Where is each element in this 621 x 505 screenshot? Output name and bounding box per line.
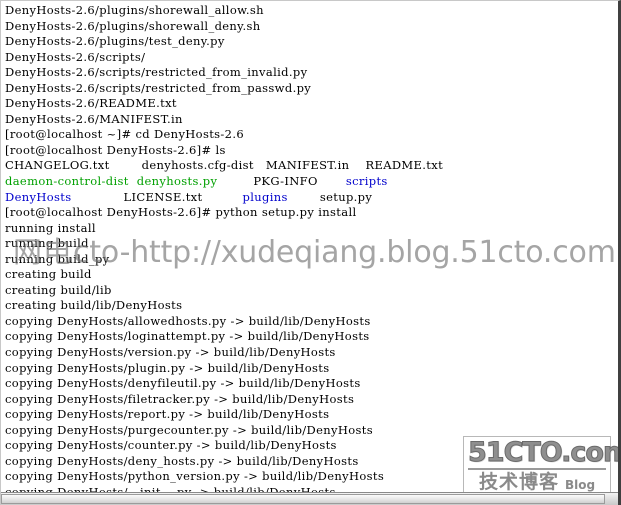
terminal-line: running build_py xyxy=(5,252,611,268)
terminal-line: DenyHosts-2.6/plugins/test_deny.py xyxy=(5,34,611,50)
terminal-text-segment: copying DenyHosts/counter.py -> build/li… xyxy=(5,438,337,453)
terminal-line: DenyHosts-2.6/scripts/restricted_from_pa… xyxy=(5,81,611,97)
terminal-text-segment: DenyHosts-2.6/scripts/ xyxy=(5,49,146,64)
terminal-text-segment: denyhosts.py xyxy=(136,174,254,189)
terminal-text-segment: copying DenyHosts/filetracker.py -> buil… xyxy=(5,391,355,406)
terminal-line: DenyHosts-2.6/MANIFEST.in xyxy=(5,112,611,128)
terminal-text-segment: [root@localhost ~]# cd DenyHosts-2.6 xyxy=(5,127,244,142)
terminal-text-segment: [root@localhost DenyHosts-2.6]# python s… xyxy=(5,205,357,220)
terminal-text-segment: running build_py xyxy=(5,251,110,266)
terminal-line: copying DenyHosts/filetracker.py -> buil… xyxy=(5,392,611,408)
terminal-line: creating build/lib/DenyHosts xyxy=(5,298,611,314)
terminal-text-segment: copying DenyHosts/plugin.py -> build/lib… xyxy=(5,360,330,375)
horizontal-scrollbar[interactable] xyxy=(1,492,618,505)
terminal-text-segment: DenyHosts-2.6/README.txt xyxy=(5,96,177,111)
terminal-line: daemon-control-dist denyhosts.py PKG-INF… xyxy=(5,174,611,190)
terminal-text-segment: PKG-INFO xyxy=(253,174,346,189)
terminal-screenshot: DenyHosts-2.6/plugins/shorewall_allow.sh… xyxy=(0,0,621,505)
terminal-text-segment: copying DenyHosts/purgecounter.py -> bui… xyxy=(5,422,373,437)
terminal-text-segment: DenyHosts xyxy=(5,189,124,204)
terminal-line: copying DenyHosts/deny_hosts.py -> build… xyxy=(5,454,611,470)
terminal-line: copying DenyHosts/denyfileutil.py -> bui… xyxy=(5,376,611,392)
terminal-line: DenyHosts-2.6/plugins/shorewall_deny.sh xyxy=(5,19,611,35)
terminal-line: CHANGELOG.txt denyhosts.cfg-dist MANIFES… xyxy=(5,158,611,174)
terminal-line: DenyHosts-2.6/scripts/ xyxy=(5,50,611,66)
terminal-text-segment: creating build xyxy=(5,267,92,282)
terminal-text-segment: copying DenyHosts/deny_hosts.py -> build… xyxy=(5,453,359,468)
terminal-line: copying DenyHosts/loginattempt.py -> bui… xyxy=(5,329,611,345)
terminal-line: copying DenyHosts/purgecounter.py -> bui… xyxy=(5,423,611,439)
terminal-text-segment: MANIFEST.in xyxy=(265,158,366,173)
terminal-text-segment: creating build/lib/DenyHosts xyxy=(5,298,183,313)
terminal-text-segment: DenyHosts-2.6/plugins/shorewall_allow.sh xyxy=(5,3,264,17)
terminal-line: DenyHosts-2.6/scripts/restricted_from_in… xyxy=(5,65,611,81)
terminal-text-segment: creating build/lib xyxy=(5,282,112,297)
terminal-text-segment: copying DenyHosts/denyfileutil.py -> bui… xyxy=(5,376,361,391)
terminal-text-segment: running build xyxy=(5,236,89,251)
terminal-line: copying DenyHosts/report.py -> build/lib… xyxy=(5,407,611,423)
terminal-line: copying DenyHosts/python_version.py -> b… xyxy=(5,469,611,485)
terminal-text-segment: DenyHosts-2.6/scripts/restricted_from_pa… xyxy=(5,80,312,95)
terminal-line: DenyHosts-2.6/README.txt xyxy=(5,96,611,112)
terminal-line: copying DenyHosts/plugin.py -> build/lib… xyxy=(5,361,611,377)
terminal-line: copying DenyHosts/allowedhosts.py -> bui… xyxy=(5,314,611,330)
terminal-line: running install xyxy=(5,221,611,237)
terminal-line: creating build/lib xyxy=(5,283,611,299)
terminal-line: DenyHosts LICENSE.txt plugins setup.py xyxy=(5,190,611,206)
terminal-text-segment: copying DenyHosts/report.py -> build/lib… xyxy=(5,407,330,422)
terminal-text-segment: CHANGELOG.txt xyxy=(5,158,142,173)
terminal-text-segment: DenyHosts-2.6/plugins/shorewall_deny.sh xyxy=(5,18,261,33)
terminal-output[interactable]: DenyHosts-2.6/plugins/shorewall_allow.sh… xyxy=(1,1,611,505)
terminal-text-segment: running install xyxy=(5,220,96,235)
terminal-text-segment: copying DenyHosts/python_version.py -> b… xyxy=(5,469,385,484)
terminal-text-segment: plugins xyxy=(242,189,320,204)
terminal-text-segment: [root@localhost DenyHosts-2.6]# ls xyxy=(5,142,226,157)
terminal-line: creating build xyxy=(5,267,611,283)
terminal-text-segment: copying DenyHosts/version.py -> build/li… xyxy=(5,345,336,360)
terminal-text-segment: denyhosts.cfg-dist xyxy=(141,158,266,173)
terminal-text-segment: DenyHosts-2.6/plugins/test_deny.py xyxy=(5,34,225,49)
terminal-line: [root@localhost DenyHosts-2.6]# python s… xyxy=(5,205,611,221)
terminal-text-segment: daemon-control-dist xyxy=(5,174,137,189)
terminal-line: copying DenyHosts/counter.py -> build/li… xyxy=(5,438,611,454)
terminal-text-segment: DenyHosts-2.6/MANIFEST.in xyxy=(5,111,183,126)
terminal-line: copying DenyHosts/version.py -> build/li… xyxy=(5,345,611,361)
terminal-text-segment: DenyHosts-2.6/scripts/restricted_from_in… xyxy=(5,65,308,80)
terminal-text-segment: copying DenyHosts/loginattempt.py -> bui… xyxy=(5,329,370,344)
scrollbar-thumb[interactable] xyxy=(1,494,605,504)
terminal-text-segment: README.txt xyxy=(365,158,444,173)
terminal-line: running build xyxy=(5,236,611,252)
terminal-line: [root@localhost DenyHosts-2.6]# ls xyxy=(5,143,611,159)
terminal-text-segment: setup.py xyxy=(319,189,373,204)
terminal-text-segment: scripts xyxy=(345,174,388,189)
terminal-line: DenyHosts-2.6/plugins/shorewall_allow.sh xyxy=(5,3,611,19)
terminal-text-segment: copying DenyHosts/allowedhosts.py -> bui… xyxy=(5,313,371,328)
terminal-text-segment: LICENSE.txt xyxy=(123,189,243,204)
terminal-line: [root@localhost ~]# cd DenyHosts-2.6 xyxy=(5,127,611,143)
